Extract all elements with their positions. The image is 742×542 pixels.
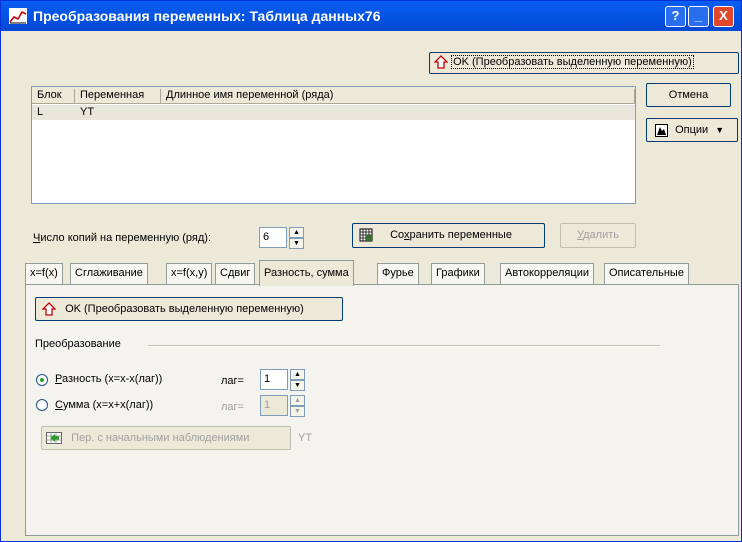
ok-transform-button[interactable]: OK (Преобразовать выделенную переменную)	[429, 52, 739, 74]
tab-smoothing[interactable]: Сглаживание	[70, 263, 148, 285]
list-item[interactable]: L YT	[32, 105, 635, 120]
spin-up-icon[interactable]: ▲	[290, 369, 305, 380]
initial-observations-label: Пер. с начальными наблюдениями	[71, 432, 250, 444]
copies-stepper[interactable]: 6 ▲ ▼	[259, 227, 305, 249]
chart-app-icon	[9, 8, 27, 24]
sum-lag-label: лаг=	[221, 401, 244, 413]
tab-difference-sum[interactable]: Разность, сумма	[259, 260, 354, 286]
difference-hotkey: Р	[55, 373, 62, 385]
difference-text: азность (x=x-x(лаг))	[61, 373, 163, 385]
sum-text: умма (x=x+x(лаг))	[62, 399, 154, 411]
options-button[interactable]: Опции ▼	[646, 118, 738, 142]
spin-down-icon[interactable]: ▼	[290, 406, 305, 417]
arrow-up-icon	[42, 302, 56, 316]
save-label-rest: ранить переменные	[409, 229, 512, 241]
copies-label-text: исло копий на переменную (ряд):	[40, 232, 212, 244]
list-header: Блок Переменная Длинное имя переменной (…	[32, 87, 635, 104]
panel-ok-button[interactable]: OK (Преобразовать выделенную переменную)	[35, 297, 343, 321]
tab-shift[interactable]: Сдвиг	[215, 263, 256, 285]
spin-up-icon[interactable]: ▲	[290, 395, 305, 406]
close-button[interactable]: X	[713, 6, 734, 27]
spin-down-icon[interactable]: ▼	[290, 380, 305, 391]
spin-down-icon[interactable]: ▼	[289, 238, 304, 249]
minimize-button[interactable]: _	[688, 6, 709, 27]
difference-radio[interactable]	[36, 374, 48, 386]
difference-lag-input[interactable]: 1	[260, 369, 288, 390]
difference-lag-label: лаг=	[221, 375, 244, 387]
spin-up-icon[interactable]: ▲	[289, 227, 304, 238]
help-button[interactable]: ?	[665, 6, 686, 27]
options-label: Опции	[675, 124, 709, 136]
section-title: Преобразование	[35, 338, 121, 350]
tab-x-fxy[interactable]: x=f(x,y)	[166, 263, 213, 285]
copies-input[interactable]: 6	[259, 227, 287, 248]
options-icon	[655, 123, 668, 137]
sum-lag-input[interactable]: 1	[260, 395, 288, 416]
sum-radio[interactable]	[36, 399, 48, 411]
tab-descriptive[interactable]: Описательные	[604, 263, 689, 285]
section-divider	[148, 345, 660, 347]
row-block: L	[37, 106, 44, 118]
sum-hotkey: С	[55, 399, 63, 411]
save-grid-icon	[359, 228, 373, 242]
tab-panel: OK (Преобразовать выделенную переменную)…	[25, 284, 739, 536]
delete-label-rest: далить	[583, 229, 619, 241]
save-label-prefix: Со	[390, 229, 405, 241]
difference-label[interactable]: Разность (x=x-x(лаг))	[55, 373, 162, 385]
tab-graphs[interactable]: Графики	[431, 263, 485, 285]
sum-lag-stepper[interactable]: 1 ▲ ▼	[260, 395, 306, 417]
tab-x-fx[interactable]: x=f(x)	[25, 263, 63, 285]
row-variable: YT	[80, 106, 95, 118]
delete-button[interactable]: Удалить	[560, 223, 636, 248]
column-header-variable[interactable]: Переменная	[75, 89, 161, 103]
dialog-window: Преобразования переменных: Таблица данны…	[0, 0, 742, 542]
save-variables-button[interactable]: Сохранить переменные	[352, 223, 545, 248]
panel-ok-label: OK (Преобразовать выделенную переменную)	[65, 303, 304, 315]
column-header-block[interactable]: Блок	[32, 89, 75, 103]
copies-label: Число копий на переменную (ряд):	[33, 232, 211, 244]
initial-observations-button[interactable]: Пер. с начальными наблюдениями	[41, 426, 291, 450]
initial-observations-icon	[46, 432, 62, 445]
cancel-button[interactable]: Отмена	[646, 83, 731, 107]
tab-autocorrelations[interactable]: Автокорреляции	[500, 263, 594, 285]
title-bar[interactable]: Преобразования переменных: Таблица данны…	[1, 1, 741, 31]
tab-fourier[interactable]: Фурье	[377, 263, 419, 285]
sum-label[interactable]: Сумма (x=x+x(лаг))	[55, 399, 153, 411]
difference-lag-stepper[interactable]: 1 ▲ ▼	[260, 369, 306, 391]
variables-list[interactable]: Блок Переменная Длинное имя переменной (…	[31, 86, 636, 204]
column-header-long-name[interactable]: Длинное имя переменной (ряда)	[161, 89, 635, 103]
initial-variable-label: YT	[298, 432, 313, 444]
ok-transform-label: OK (Преобразовать выделенную переменную)	[451, 55, 694, 69]
arrow-up-icon	[434, 55, 448, 69]
save-variables-label: Сохранить переменные	[390, 229, 512, 241]
window-title: Преобразования переменных: Таблица данны…	[33, 8, 381, 24]
dropdown-arrow-icon: ▼	[715, 125, 725, 135]
